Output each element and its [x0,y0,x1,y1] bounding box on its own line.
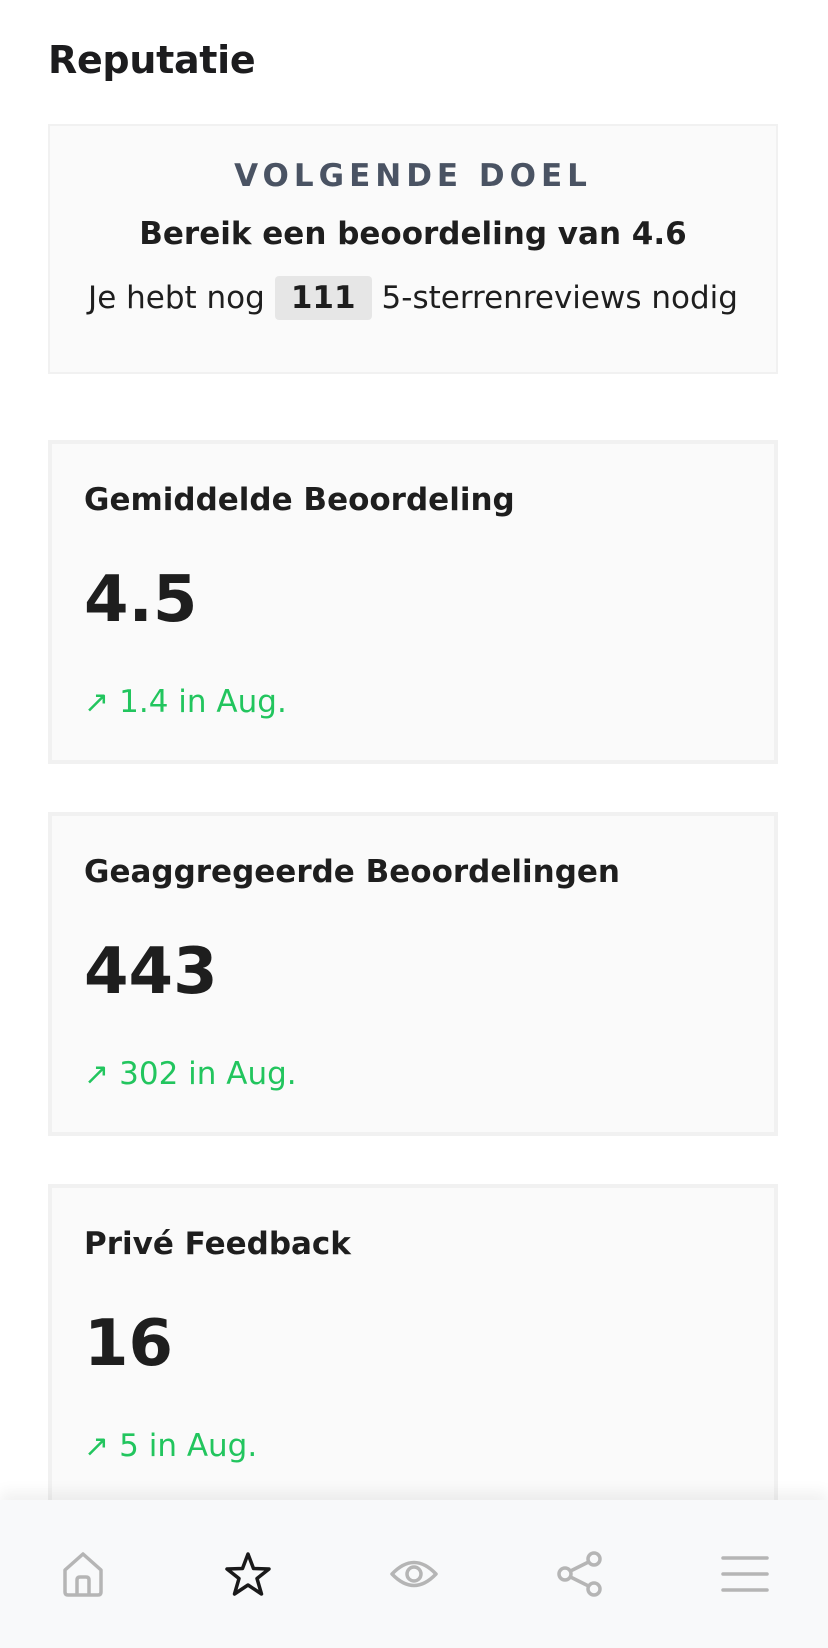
menu-icon [721,1556,769,1592]
nav-share[interactable] [540,1534,620,1614]
nav-visibility[interactable] [374,1534,454,1614]
stat-card-average-rating: Gemiddelde Beoordeling 4.5 ↗ 1.4 in Aug. [48,440,778,764]
eye-icon [390,1560,438,1588]
stat-card-aggregated-ratings: Geaggregeerde Beoordelingen 443 ↗ 302 in… [48,812,778,1136]
arrow-up-right-icon: ↗ [84,1428,110,1464]
stat-trend-text: 1.4 in Aug. [119,684,287,720]
stat-trend-text: 5 in Aug. [119,1428,258,1464]
stat-trend: ↗ 302 in Aug. [84,1056,774,1092]
nav-menu[interactable] [705,1534,785,1614]
stat-trend: ↗ 5 in Aug. [84,1428,774,1464]
goal-headline: Bereik een beoordeling van 4.6 [139,216,687,252]
stat-card-private-feedback: Privé Feedback 16 ↗ 5 in Aug. [48,1184,778,1508]
stat-value: 16 [84,1307,174,1381]
goal-count-badge: 111 [274,276,372,320]
stat-label: Privé Feedback [84,1226,351,1262]
share-icon [556,1551,602,1597]
star-icon [225,1552,272,1596]
stat-trend: ↗ 1.4 in Aug. [84,684,774,720]
home-icon [63,1552,103,1597]
goal-detail-suffix: 5-sterrenreviews nodig [381,280,738,316]
stat-label: Geaggregeerde Beoordelingen [84,854,620,890]
page-title: Reputatie [48,38,256,82]
arrow-up-right-icon: ↗ [84,684,110,720]
stat-value: 4.5 [84,563,198,637]
nav-home[interactable] [43,1534,123,1614]
nav-reputation[interactable] [208,1534,288,1614]
stat-label: Gemiddelde Beoordeling [84,482,515,518]
stat-trend-text: 302 in Aug. [119,1056,297,1092]
bottom-navigation [0,1500,828,1648]
arrow-up-right-icon: ↗ [84,1056,110,1092]
goal-detail: Je hebt nog 111 5-sterrenreviews nodig [50,276,776,320]
stat-value: 443 [84,935,218,1009]
goal-eyebrow: VOLGENDE DOEL [234,158,592,194]
next-goal-card: VOLGENDE DOEL Bereik een beoordeling van… [48,124,778,374]
goal-detail-prefix: Je hebt nog [88,280,265,316]
